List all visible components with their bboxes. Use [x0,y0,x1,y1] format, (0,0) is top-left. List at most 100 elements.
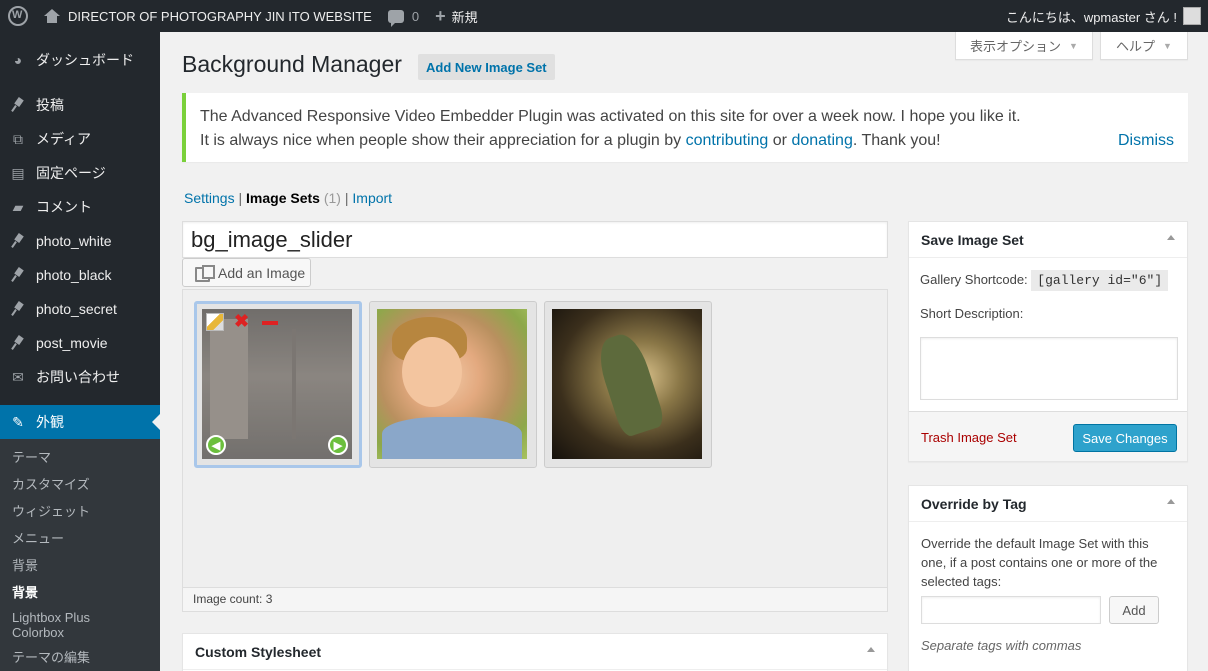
pin-icon [9,96,27,114]
tag-input[interactable] [921,596,1101,624]
comment-icon: ▰ [12,198,24,215]
comments-link[interactable]: 0 [380,0,427,32]
wordpress-logo-icon [8,6,28,26]
pin-icon [9,232,27,250]
notice-text: or [768,132,792,149]
page-title: Background Manager [182,51,402,77]
tag-box-title: Override by Tag [921,496,1027,512]
submenu-theme-editor[interactable]: テーマの編集 [0,645,160,671]
add-new-image-set-button[interactable]: Add New Image Set [418,54,555,80]
home-icon [44,9,60,23]
notice-line-1: The Advanced Responsive Video Embedder P… [200,108,1021,125]
save-box-title: Save Image Set [921,232,1024,248]
sidebar-item-label: お問い合わせ [36,369,120,385]
sidebar-item-label: 外観 [36,414,64,430]
avatar [1183,7,1201,25]
shortcode-label: Gallery Shortcode: [920,272,1028,287]
save-box-header[interactable]: Save Image Set [909,222,1187,258]
thumbnail-image [552,309,702,459]
submenu-customize[interactable]: カスタマイズ [0,472,160,499]
toggle-arrow-icon[interactable] [1167,235,1175,240]
sidebar-item-photo-white[interactable]: photo_white [0,224,160,258]
sidebar-item-label: 投稿 [36,97,64,113]
sidebar-item-contact[interactable]: ✉ お問い合わせ [0,360,160,394]
arrow-left-icon[interactable]: ◀ [206,435,226,455]
toggle-arrow-icon[interactable] [1167,499,1175,504]
gallery-thumbnail[interactable] [369,301,537,468]
save-image-set-box: Save Image Set Gallery Shortcode: [galle… [908,221,1188,462]
sidebar-item-media[interactable]: ⧉ メディア [0,122,160,156]
settings-link[interactable]: Settings [184,190,235,206]
submenu-background-manager[interactable]: 背景 [0,580,160,607]
contributing-link[interactable]: contributing [686,132,769,149]
add-media-icon [195,265,215,282]
sidebar-item-post-movie[interactable]: post_movie [0,326,160,360]
toggle-arrow-icon[interactable] [867,647,875,652]
image-count: Image count: 3 [183,587,887,611]
delete-icon[interactable]: ✖ [234,312,249,330]
sidebar-item-pages[interactable]: ▤ 固定ページ [0,156,160,190]
new-content-label: 新規 [451,9,478,25]
image-sets-link[interactable]: Image Sets [246,190,320,206]
remove-icon[interactable] [262,321,278,325]
sidebar-item-dashboard[interactable]: ◕ ダッシュボード [0,43,160,77]
greeting: こんにちは、wpmaster さん ! [1005,9,1177,25]
site-name: DIRECTOR OF PHOTOGRAPHY JIN ITO WEBSITE [68,8,372,24]
image-set-title-input[interactable]: bg_image_slider [182,221,888,258]
import-link[interactable]: Import [352,190,392,206]
tag-hint: Separate tags with commas [921,638,1082,653]
submenu-menus[interactable]: メニュー [0,526,160,553]
sidebar-item-photo-black[interactable]: photo_black [0,258,160,292]
tag-description: Override the default Image Set with this… [921,536,1158,589]
sidebar-item-label: ダッシュボード [36,52,134,68]
pin-icon [9,266,27,284]
css-box-header[interactable]: Custom Stylesheet [183,634,887,670]
sidebar-item-label: post_movie [36,335,108,351]
short-description-textarea[interactable] [920,337,1178,400]
donating-link[interactable]: donating [791,132,852,149]
nav-separator: | [344,190,349,206]
help-button[interactable]: ヘルプ ▼ [1100,32,1188,60]
submenu-background[interactable]: 背景 [0,553,160,580]
gallery-thumbnail[interactable]: ✖ ◀ ▶ [194,301,362,468]
my-account-menu[interactable]: こんにちは、wpmaster さん ! [998,0,1208,32]
notice-line-2: It is always nice when people show their… [200,129,1174,153]
trash-image-set-link[interactable]: Trash Image Set [921,430,1017,445]
page-icon: ▤ [11,164,25,181]
thumbnail-image [377,309,527,459]
dismiss-link[interactable]: Dismiss [1118,129,1174,153]
screen-options-button[interactable]: 表示オプション ▼ [955,32,1093,60]
submenu-themes[interactable]: テーマ [0,445,160,472]
gallery-thumbnail[interactable] [544,301,712,468]
mail-icon: ✉ [12,368,24,385]
sidebar-item-posts[interactable]: 投稿 [0,88,160,122]
tag-box-header[interactable]: Override by Tag [909,486,1187,522]
pin-icon [9,300,27,318]
add-image-button[interactable]: Add an Image [182,258,311,287]
caret-down-icon: ▼ [1069,40,1078,51]
sidebar-item-appearance[interactable]: ✎ 外観 [0,405,160,439]
dashboard-icon: ◕ [13,52,23,68]
sidebar-item-label: 固定ページ [36,165,106,181]
add-tag-button[interactable]: Add [1109,596,1159,624]
submenu-widgets[interactable]: ウィジェット [0,499,160,526]
edit-icon[interactable] [206,313,224,331]
image-gallery: ✖ ◀ ▶ Image count: 3 [182,289,888,612]
add-image-label: Add an Image [218,264,306,281]
arrow-right-icon[interactable]: ▶ [328,435,348,455]
sidebar-item-label: コメント [36,199,92,215]
sidebar-item-comments[interactable]: ▰ コメント [0,190,160,224]
new-content-menu[interactable]: + 新規 [427,0,486,32]
shortcode-value: [gallery id="6"] [1031,270,1169,291]
sidebar-item-label: photo_white [36,233,112,249]
wp-logo-menu[interactable] [0,0,36,32]
site-name-link[interactable]: DIRECTOR OF PHOTOGRAPHY JIN ITO WEBSITE [36,0,380,32]
save-changes-button[interactable]: Save Changes [1073,424,1177,452]
submenu-lightbox-plus[interactable]: Lightbox Plus Colorbox [0,607,120,645]
caret-down-icon: ▼ [1163,40,1172,51]
plus-icon: + [435,6,446,26]
notice-text: . Thank you! [852,132,941,149]
subsubsub-nav: Settings | Image Sets (1) | Import [184,190,392,206]
short-description-label: Short Description: [920,306,1024,321]
sidebar-item-photo-secret[interactable]: photo_secret [0,292,160,326]
